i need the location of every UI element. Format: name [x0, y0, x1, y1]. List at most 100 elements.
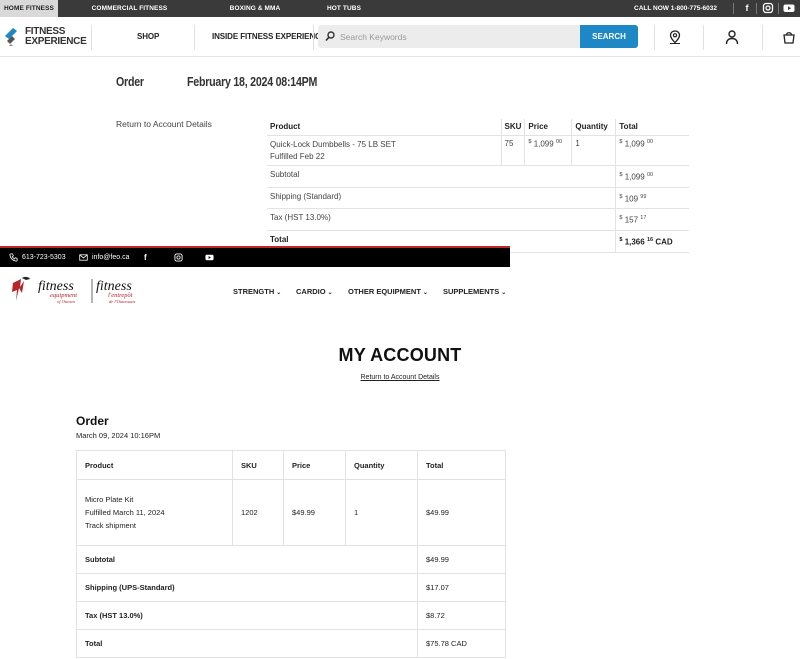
nav-strength[interactable]: STRENGTH ⌄ [233, 287, 281, 296]
divider [756, 3, 757, 14]
divider [733, 3, 734, 14]
item-fulfilled: Fulfilled Feb 22 [270, 152, 325, 161]
tab-boxing-mma[interactable]: BOXING & MMA [201, 0, 309, 17]
phone-icon [9, 253, 18, 262]
cart-icon[interactable] [781, 29, 797, 45]
chevron-down-icon: ⌄ [327, 290, 333, 296]
logo-equipment: equipment [50, 292, 77, 299]
total-label: Total [76, 629, 418, 658]
nav-supplements[interactable]: SUPPLEMENTS ⌄ [443, 287, 506, 296]
email-link[interactable]: info@feo.ca [79, 248, 129, 267]
col-sku: SKU [232, 450, 284, 480]
tax-label: Tax (HST 13.0%) [76, 601, 418, 630]
table-header-row: Product SKU Price Quantity Total [267, 119, 689, 136]
fe-order-date: February 18, 2024 08:14PM [187, 74, 318, 89]
table-header-row: Product SKU Price Quantity Total [76, 450, 506, 480]
tab-commercial-fitness[interactable]: COMMERCIAL FITNESS [58, 0, 201, 17]
nav-cardio[interactable]: CARDIO ⌄ [296, 287, 333, 296]
track-shipment-link[interactable]: Track shipment [85, 519, 224, 532]
nav-other-equipment[interactable]: OTHER EQUIPMENT ⌄ [348, 287, 428, 296]
shipping-dollars: 109 [624, 194, 639, 204]
account-icon[interactable] [724, 29, 740, 45]
nav-other-equipment-label: OTHER EQUIPMENT [348, 287, 421, 296]
item-total: $ 1,099 00 [615, 135, 689, 166]
tax-row: Tax (HST 13.0%) $ 157 17 [267, 208, 689, 231]
tab-hot-tubs[interactable]: HOT TUBS [309, 0, 379, 17]
item-quantity: 1 [571, 135, 616, 166]
email-icon [79, 254, 88, 261]
currency-symbol: $ [619, 172, 623, 178]
item-total: $49.99 [417, 479, 506, 546]
currency-symbol: $ [619, 236, 623, 243]
fe-header: FITNESS EXPERIENCE SHOP INSIDE FITNESS E… [0, 17, 800, 57]
search-button[interactable]: SEARCH [580, 25, 638, 48]
phone-number: 613-723-5303 [22, 254, 66, 261]
tax-value: $8.72 [417, 601, 506, 630]
item-quantity: 1 [345, 479, 418, 546]
store-locator-icon[interactable] [667, 29, 683, 45]
grand-total-cents: 16 [646, 236, 654, 243]
col-price: Price [283, 450, 346, 480]
feo-topbar: 613-723-5303 info@feo.ca f [0, 246, 510, 267]
fe-order-label: Order [116, 74, 144, 89]
instagram-icon[interactable] [174, 253, 183, 262]
total-cents: 00 [646, 139, 654, 145]
feo-order-table: Product SKU Price Quantity Total Micro P… [76, 450, 506, 658]
nav-strength-label: STRENGTH [233, 287, 275, 296]
tax-dollars: 157 [624, 215, 639, 225]
nav-cardio-label: CARDIO [296, 287, 326, 296]
total-dollars: 1,099 [624, 139, 645, 149]
total-row: Total $75.78 CAD [76, 629, 506, 658]
facebook-icon[interactable]: f [741, 2, 753, 14]
tax-label: Tax (HST 13.0%) [267, 208, 616, 231]
item-name[interactable]: Quick-Lock Dumbbells - 75 LB SET [270, 139, 498, 151]
shipping-label: Shipping (UPS-Standard) [76, 573, 418, 602]
tax-cents: 17 [640, 215, 647, 222]
call-now-link[interactable]: CALL NOW 1-800-775-6032 [634, 0, 717, 17]
fitness-experience-logo-mark [5, 28, 17, 46]
facebook-icon[interactable]: f [144, 248, 147, 267]
feo-return-to-account-link: Return to Account Details [0, 374, 800, 381]
search-input[interactable] [340, 28, 570, 45]
currency-symbol: $ [619, 139, 623, 145]
chevron-down-icon: ⌄ [422, 290, 428, 296]
fitness-equipment-ottawa-logo[interactable]: fitness equipment of Ottawa fitness l'en… [11, 275, 146, 307]
subtotal-value: $49.99 [417, 545, 506, 574]
fitness-experience-logo[interactable]: FITNESS EXPERIENCE [5, 26, 87, 50]
subtotal-value: $ 1,099 00 [615, 165, 689, 188]
logo-text: FITNESS EXPERIENCE [25, 27, 87, 47]
youtube-icon[interactable] [205, 253, 214, 262]
item-sku: 75 [500, 135, 525, 166]
logo-line-2: EXPERIENCE [25, 36, 87, 47]
item-name[interactable]: Micro Plate Kit [85, 493, 224, 506]
divider [91, 25, 92, 50]
logo-de-loutaouais: de l'Outaouais [109, 299, 136, 304]
search-bar: SEARCH [318, 25, 638, 48]
divider [762, 25, 763, 50]
tab-home-fitness[interactable]: HOME FITNESS [0, 0, 58, 17]
subtotal-row: Subtotal $ 1,099 00 [267, 165, 689, 188]
currency-code: CAD [655, 237, 673, 247]
email-address: info@feo.ca [92, 254, 130, 261]
instagram-icon[interactable] [762, 2, 774, 14]
nav-shop[interactable]: SHOP [137, 32, 159, 41]
shipping-value: $ 109 99 [615, 187, 689, 210]
youtube-icon[interactable] [783, 2, 795, 14]
shipping-row: Shipping (UPS-Standard) $17.07 [76, 573, 506, 602]
logo-lentrepot: l'entrepôt [108, 292, 133, 299]
currency-symbol: $ [619, 215, 623, 222]
grand-total-dollars: 1,366 [624, 237, 645, 247]
col-product: Product [267, 119, 501, 136]
divider [778, 3, 779, 14]
return-link-text[interactable]: Return to Account Details [361, 374, 440, 381]
price-cents: 00 [555, 139, 563, 145]
fe-topbar: HOME FITNESS COMMERCIAL FITNESS BOXING &… [0, 0, 800, 17]
phone-link[interactable]: 613-723-5303 [9, 248, 66, 267]
currency-symbol: $ [528, 139, 532, 145]
page-title: MY ACCOUNT [338, 345, 462, 365]
fe-return-to-account-link[interactable]: Return to Account Details [116, 119, 212, 129]
col-sku: SKU [500, 119, 525, 136]
nav-inside-fitness-experience[interactable]: INSIDE FITNESS EXPERIENCE [212, 32, 326, 41]
col-quantity: Quantity [571, 119, 616, 136]
table-row: Quick-Lock Dumbbells - 75 LB SET Fulfill… [267, 135, 689, 166]
